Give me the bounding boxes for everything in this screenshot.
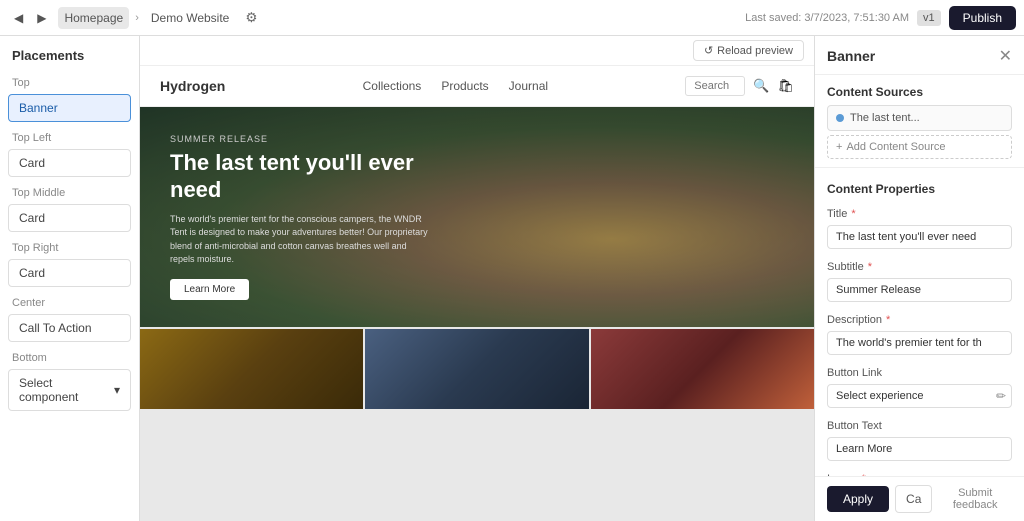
placements-title: Placements <box>0 36 139 71</box>
grid-image-2 <box>365 329 588 409</box>
site-label: Demo Website <box>151 11 229 25</box>
search-icon: 🔍 <box>753 78 769 94</box>
hero-description: The world's premier tent for the conscio… <box>170 213 430 267</box>
center-preview: ↺ Reload preview Hydrogen Collections Pr… <box>140 36 814 521</box>
section-top-middle-label: Top Middle <box>0 181 139 202</box>
close-panel-button[interactable]: ✕ <box>999 46 1012 66</box>
site-preview: Hydrogen Collections Products Journal 🔍 … <box>140 66 814 521</box>
bag-icon: 🛍 <box>777 78 794 94</box>
version-badge: v1 <box>917 10 941 26</box>
content-source-item[interactable]: The last tent... <box>827 105 1012 131</box>
main-layout: Placements Top Banner Top Left Card Top … <box>0 36 1024 521</box>
section-bottom: Bottom Select component ▾ <box>0 346 139 411</box>
description-field-label: Description * <box>815 308 1024 329</box>
placement-card-top-left[interactable]: Card <box>8 149 131 177</box>
button-link-label: Button Link <box>815 361 1024 382</box>
hero-tag: SUMMER RELEASE <box>170 134 430 144</box>
button-text-input[interactable] <box>827 437 1012 461</box>
content-props-heading: Content Properties <box>815 172 1024 202</box>
topbar: ◀ ▶ Homepage › Demo Website ⚙ Last saved… <box>0 0 1024 36</box>
section-center-label: Center <box>0 291 139 312</box>
subtitle-field-label: Subtitle * <box>815 255 1024 276</box>
select-component-label: Select component <box>19 376 114 404</box>
topbar-left: ◀ ▶ Homepage › Demo Website ⚙ <box>8 6 261 30</box>
section-top-left-label: Top Left <box>0 126 139 147</box>
cancel-button[interactable]: Ca <box>895 485 932 513</box>
section-top-right: Top Right Card <box>0 236 139 287</box>
site-breadcrumb[interactable]: Demo Website <box>145 7 235 29</box>
desc-required-star: * <box>886 314 890 326</box>
hero-cta-button[interactable]: Learn More <box>170 279 249 300</box>
title-field-label: Title * <box>815 202 1024 223</box>
publish-button[interactable]: Publish <box>949 6 1016 30</box>
nav-products: Products <box>441 79 488 93</box>
add-content-source-button[interactable]: + Add Content Source <box>827 135 1012 159</box>
section-top: Top Banner <box>0 71 139 122</box>
section-bottom-label: Bottom <box>0 346 139 367</box>
source-indicator <box>836 114 844 122</box>
content-sources-heading: Content Sources <box>815 75 1024 105</box>
banner-title: Banner <box>827 48 875 64</box>
subtitle-required-star: * <box>868 261 872 273</box>
hero-title: The last tent you'll ever need <box>170 150 430 203</box>
forward-button[interactable]: ▶ <box>31 7 52 29</box>
submit-feedback-button[interactable]: Submit feedback <box>938 487 1012 511</box>
section-top-left: Top Left Card <box>0 126 139 177</box>
edit-icon[interactable]: ✏ <box>996 389 1006 403</box>
section-center: Center Call To Action <box>0 291 139 342</box>
topbar-right: Last saved: 3/7/2023, 7:51:30 AM v1 Publ… <box>745 6 1016 30</box>
settings-button[interactable]: ⚙ <box>241 6 261 30</box>
placement-card-top-right[interactable]: Card <box>8 259 131 287</box>
left-panel: Placements Top Banner Top Left Card Top … <box>0 36 140 521</box>
nav-journal: Journal <box>509 79 548 93</box>
image-grid <box>140 329 814 409</box>
nav-collections: Collections <box>363 79 422 93</box>
back-button[interactable]: ◀ <box>8 7 29 29</box>
section-top-middle: Top Middle Card <box>0 181 139 232</box>
add-source-label: Add Content Source <box>846 141 945 153</box>
site-navigation: Hydrogen Collections Products Journal 🔍 … <box>140 66 814 107</box>
section-top-right-label: Top Right <box>0 236 139 257</box>
button-link-field: ✏ <box>827 384 1012 408</box>
site-logo: Hydrogen <box>160 78 225 94</box>
breadcrumb-separator: › <box>135 12 139 24</box>
section-top-label: Top <box>0 71 139 92</box>
forward-icon: ▶ <box>37 11 46 25</box>
apply-button[interactable]: Apply <box>827 486 889 512</box>
reload-label: Reload preview <box>717 45 793 57</box>
placement-banner[interactable]: Banner <box>8 94 131 122</box>
source-label: The last tent... <box>850 112 920 124</box>
gear-icon: ⚙ <box>245 10 257 25</box>
grid-image-3 <box>591 329 814 409</box>
chevron-down-icon: ▾ <box>114 383 120 397</box>
last-saved-text: Last saved: 3/7/2023, 7:51:30 AM <box>745 12 909 24</box>
back-icon: ◀ <box>14 11 23 25</box>
button-text-label: Button Text <box>815 414 1024 435</box>
divider-1 <box>815 167 1024 168</box>
preview-topbar: ↺ Reload preview <box>140 36 814 66</box>
placement-card-top-middle[interactable]: Card <box>8 204 131 232</box>
site-nav-links: Collections Products Journal <box>363 79 548 93</box>
reload-icon: ↺ <box>704 44 713 57</box>
hero-content: SUMMER RELEASE The last tent you'll ever… <box>140 107 460 327</box>
placement-call-to-action[interactable]: Call To Action <box>8 314 131 342</box>
grid-image-1 <box>140 329 363 409</box>
description-input[interactable] <box>827 331 1012 355</box>
button-link-input[interactable] <box>827 384 1012 408</box>
title-required-star: * <box>851 208 855 220</box>
hero-banner: SUMMER RELEASE The last tent you'll ever… <box>140 107 814 327</box>
site-search-input[interactable] <box>685 76 745 96</box>
subtitle-input[interactable] <box>827 278 1012 302</box>
right-panel-footer: Apply Ca Submit feedback <box>815 476 1024 521</box>
right-panel: Banner ✕ Content Sources The last tent..… <box>814 36 1024 521</box>
site-nav-actions: 🔍 🛍 <box>685 76 794 96</box>
plus-icon: + <box>836 141 842 153</box>
title-input[interactable] <box>827 225 1012 249</box>
reload-preview-button[interactable]: ↺ Reload preview <box>693 40 804 61</box>
homepage-breadcrumb[interactable]: Homepage <box>58 7 129 29</box>
right-panel-header: Banner ✕ <box>815 36 1024 75</box>
select-component-dropdown[interactable]: Select component ▾ <box>8 369 131 411</box>
topbar-nav: ◀ ▶ <box>8 7 52 29</box>
homepage-label: Homepage <box>64 11 123 25</box>
